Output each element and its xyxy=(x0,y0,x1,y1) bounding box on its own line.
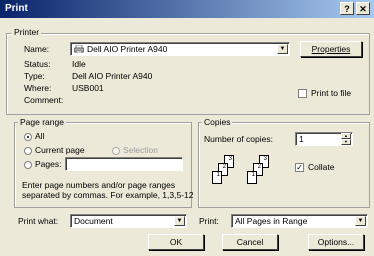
where-value: USB001 xyxy=(72,83,104,93)
type-label: Type: xyxy=(24,71,45,81)
type-value: Dell AIO Printer A940 xyxy=(72,71,153,81)
chevron-down-icon[interactable]: ▼ xyxy=(355,216,366,226)
title-bar xyxy=(0,0,374,18)
print-what-label: Print what: xyxy=(18,216,59,226)
collate-label[interactable]: Collate xyxy=(308,162,334,173)
properties-button[interactable]: Properties xyxy=(300,41,362,57)
print-to-file-checkbox[interactable] xyxy=(298,89,307,98)
current-page-radio[interactable] xyxy=(24,147,32,155)
status-label: Status: xyxy=(24,59,51,69)
pages-input[interactable] xyxy=(65,157,183,171)
copies-group-label: Copies xyxy=(202,117,233,127)
pages-radio[interactable] xyxy=(24,161,32,169)
current-page-label[interactable]: Current page xyxy=(35,145,85,156)
printer-icon xyxy=(74,44,84,54)
sheet-b1: 1 xyxy=(247,171,257,184)
comment-label: Comment: xyxy=(24,95,64,105)
printer-name-value: Dell AIO Printer A940 xyxy=(87,44,168,54)
collate-illustration: 3 2 1 3 2 1 xyxy=(204,155,284,195)
print-to-file-label[interactable]: Print to file xyxy=(311,88,351,99)
status-value: Idle xyxy=(72,59,86,69)
print-label: Print: xyxy=(199,216,219,226)
printer-group-label: Printer xyxy=(12,27,42,37)
print-what-value: Document xyxy=(74,216,113,226)
all-label[interactable]: All xyxy=(35,131,44,142)
sheet-a1: 1 xyxy=(212,171,222,184)
copies-input[interactable]: 1 ▲ ▼ xyxy=(295,132,353,146)
printer-name-label: Name: xyxy=(24,44,50,54)
copies-value: 1 xyxy=(299,134,304,144)
number-of-copies-label: Number of copies: xyxy=(204,134,273,144)
print-dropdown[interactable]: All Pages in Range ▼ xyxy=(231,214,368,228)
options-button[interactable]: Options... xyxy=(308,234,364,250)
chevron-down-icon[interactable]: ▼ xyxy=(174,216,185,226)
selection-label[interactable]: Selection xyxy=(123,145,158,156)
print-value: All Pages in Range xyxy=(235,216,308,226)
chevron-down-icon[interactable]: ▼ xyxy=(277,44,288,54)
help-button[interactable]: ? xyxy=(340,2,354,15)
ok-button[interactable]: OK xyxy=(148,234,204,250)
collate-checkbox[interactable]: ✓ xyxy=(295,163,304,172)
properties-button-label: Properties xyxy=(311,44,351,54)
page-range-group-label: Page range xyxy=(18,117,66,127)
page-range-hint-line2: separated by commas. For example, 1,3,5-… xyxy=(22,190,194,200)
close-button[interactable]: ✕ xyxy=(356,2,370,15)
pages-label[interactable]: Pages: xyxy=(35,159,61,170)
where-label: Where: xyxy=(24,83,52,93)
selection-radio[interactable] xyxy=(112,147,120,155)
all-radio[interactable] xyxy=(24,133,32,141)
printer-name-dropdown[interactable]: Dell AIO Printer A940 ▼ xyxy=(70,42,290,56)
window-title: Print xyxy=(5,3,28,14)
spin-down-icon[interactable]: ▼ xyxy=(341,139,351,145)
print-what-dropdown[interactable]: Document ▼ xyxy=(70,214,187,228)
cancel-button[interactable]: Cancel xyxy=(222,234,278,250)
